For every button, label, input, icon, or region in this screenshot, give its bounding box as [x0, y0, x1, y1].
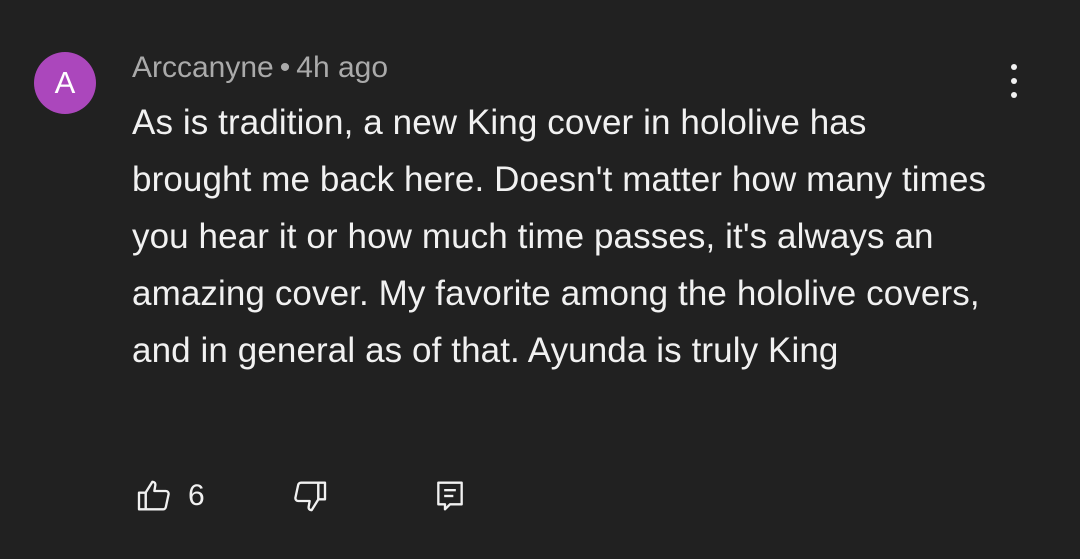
reply-comment-icon [430, 476, 470, 516]
dislike-button[interactable] [290, 474, 330, 518]
like-count: 6 [188, 479, 205, 512]
comment-text: As is tradition, a new King cover in hol… [132, 103, 987, 370]
meta-separator: • [279, 51, 291, 84]
comment-time: 4h ago [296, 51, 389, 84]
comment-meta: Arccanyne • 4h ago [132, 48, 388, 88]
comment-item: A Arccanyne • 4h ago As is tradition, a ne… [0, 0, 1080, 559]
thumbs-down-icon [290, 476, 330, 516]
like-button[interactable]: 6 [134, 474, 205, 518]
more-options-button[interactable] [996, 60, 1032, 102]
avatar[interactable]: A [34, 52, 96, 114]
more-vert-icon [1011, 64, 1017, 70]
thumbs-up-icon [134, 476, 174, 516]
reply-button[interactable] [430, 474, 470, 518]
author-name[interactable]: Arccanyne [132, 51, 274, 84]
